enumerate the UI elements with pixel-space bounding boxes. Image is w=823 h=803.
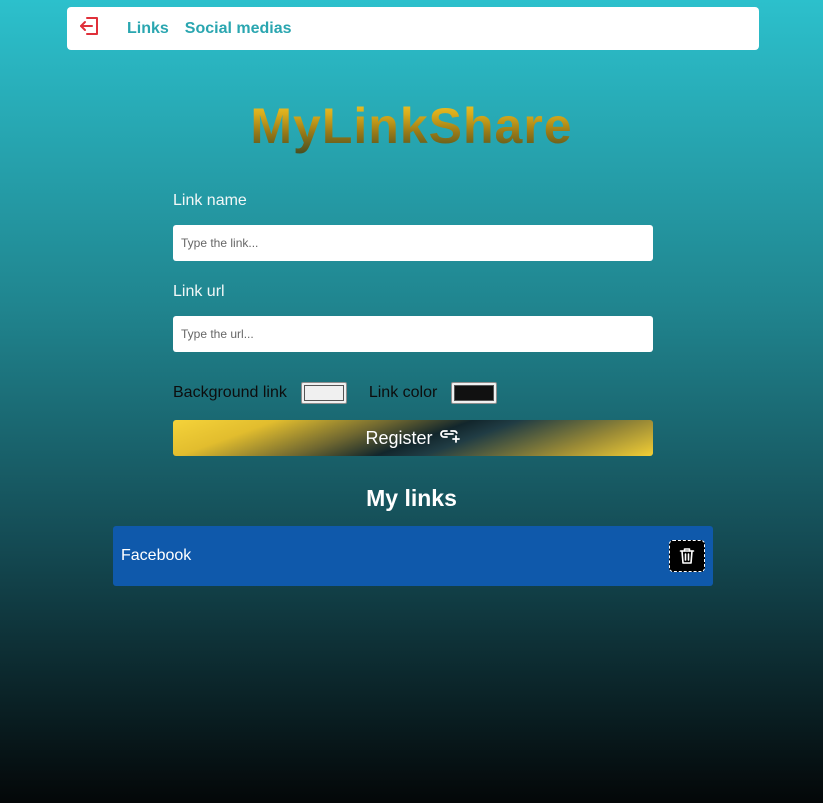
link-add-icon <box>439 427 461 443</box>
background-link-label: Background link <box>173 384 287 401</box>
register-button[interactable]: Register <box>173 420 653 456</box>
link-name-input[interactable] <box>173 225 653 261</box>
logout-icon <box>78 14 102 43</box>
logout-button[interactable] <box>77 16 103 42</box>
background-color-picker[interactable] <box>300 382 347 404</box>
link-color-swatch <box>454 385 495 401</box>
brand-title: MyLinkShare <box>0 96 823 156</box>
delete-link-button[interactable] <box>669 540 705 572</box>
color-picker-row: Background link Link color <box>173 379 653 407</box>
link-color-label: Link color <box>368 384 438 401</box>
link-name-label: Link name <box>173 192 247 209</box>
background-color-swatch <box>303 385 344 401</box>
trash-icon <box>679 547 695 565</box>
nav-social-medias-link[interactable]: Social medias <box>185 20 292 38</box>
nav-links-link[interactable]: Links <box>127 20 169 38</box>
link-url-input[interactable] <box>173 316 653 352</box>
links-list: Facebook <box>113 526 713 586</box>
link-color-picker[interactable] <box>451 382 498 404</box>
link-item-name: Facebook <box>121 547 192 564</box>
top-navbar: Links Social medias <box>67 7 759 50</box>
link-url-label: Link url <box>173 283 225 300</box>
link-item[interactable]: Facebook <box>113 526 713 586</box>
register-label: Register <box>365 427 433 448</box>
link-form: Link name Link url Background link Link … <box>173 190 653 456</box>
my-links-heading: My links <box>366 485 457 511</box>
